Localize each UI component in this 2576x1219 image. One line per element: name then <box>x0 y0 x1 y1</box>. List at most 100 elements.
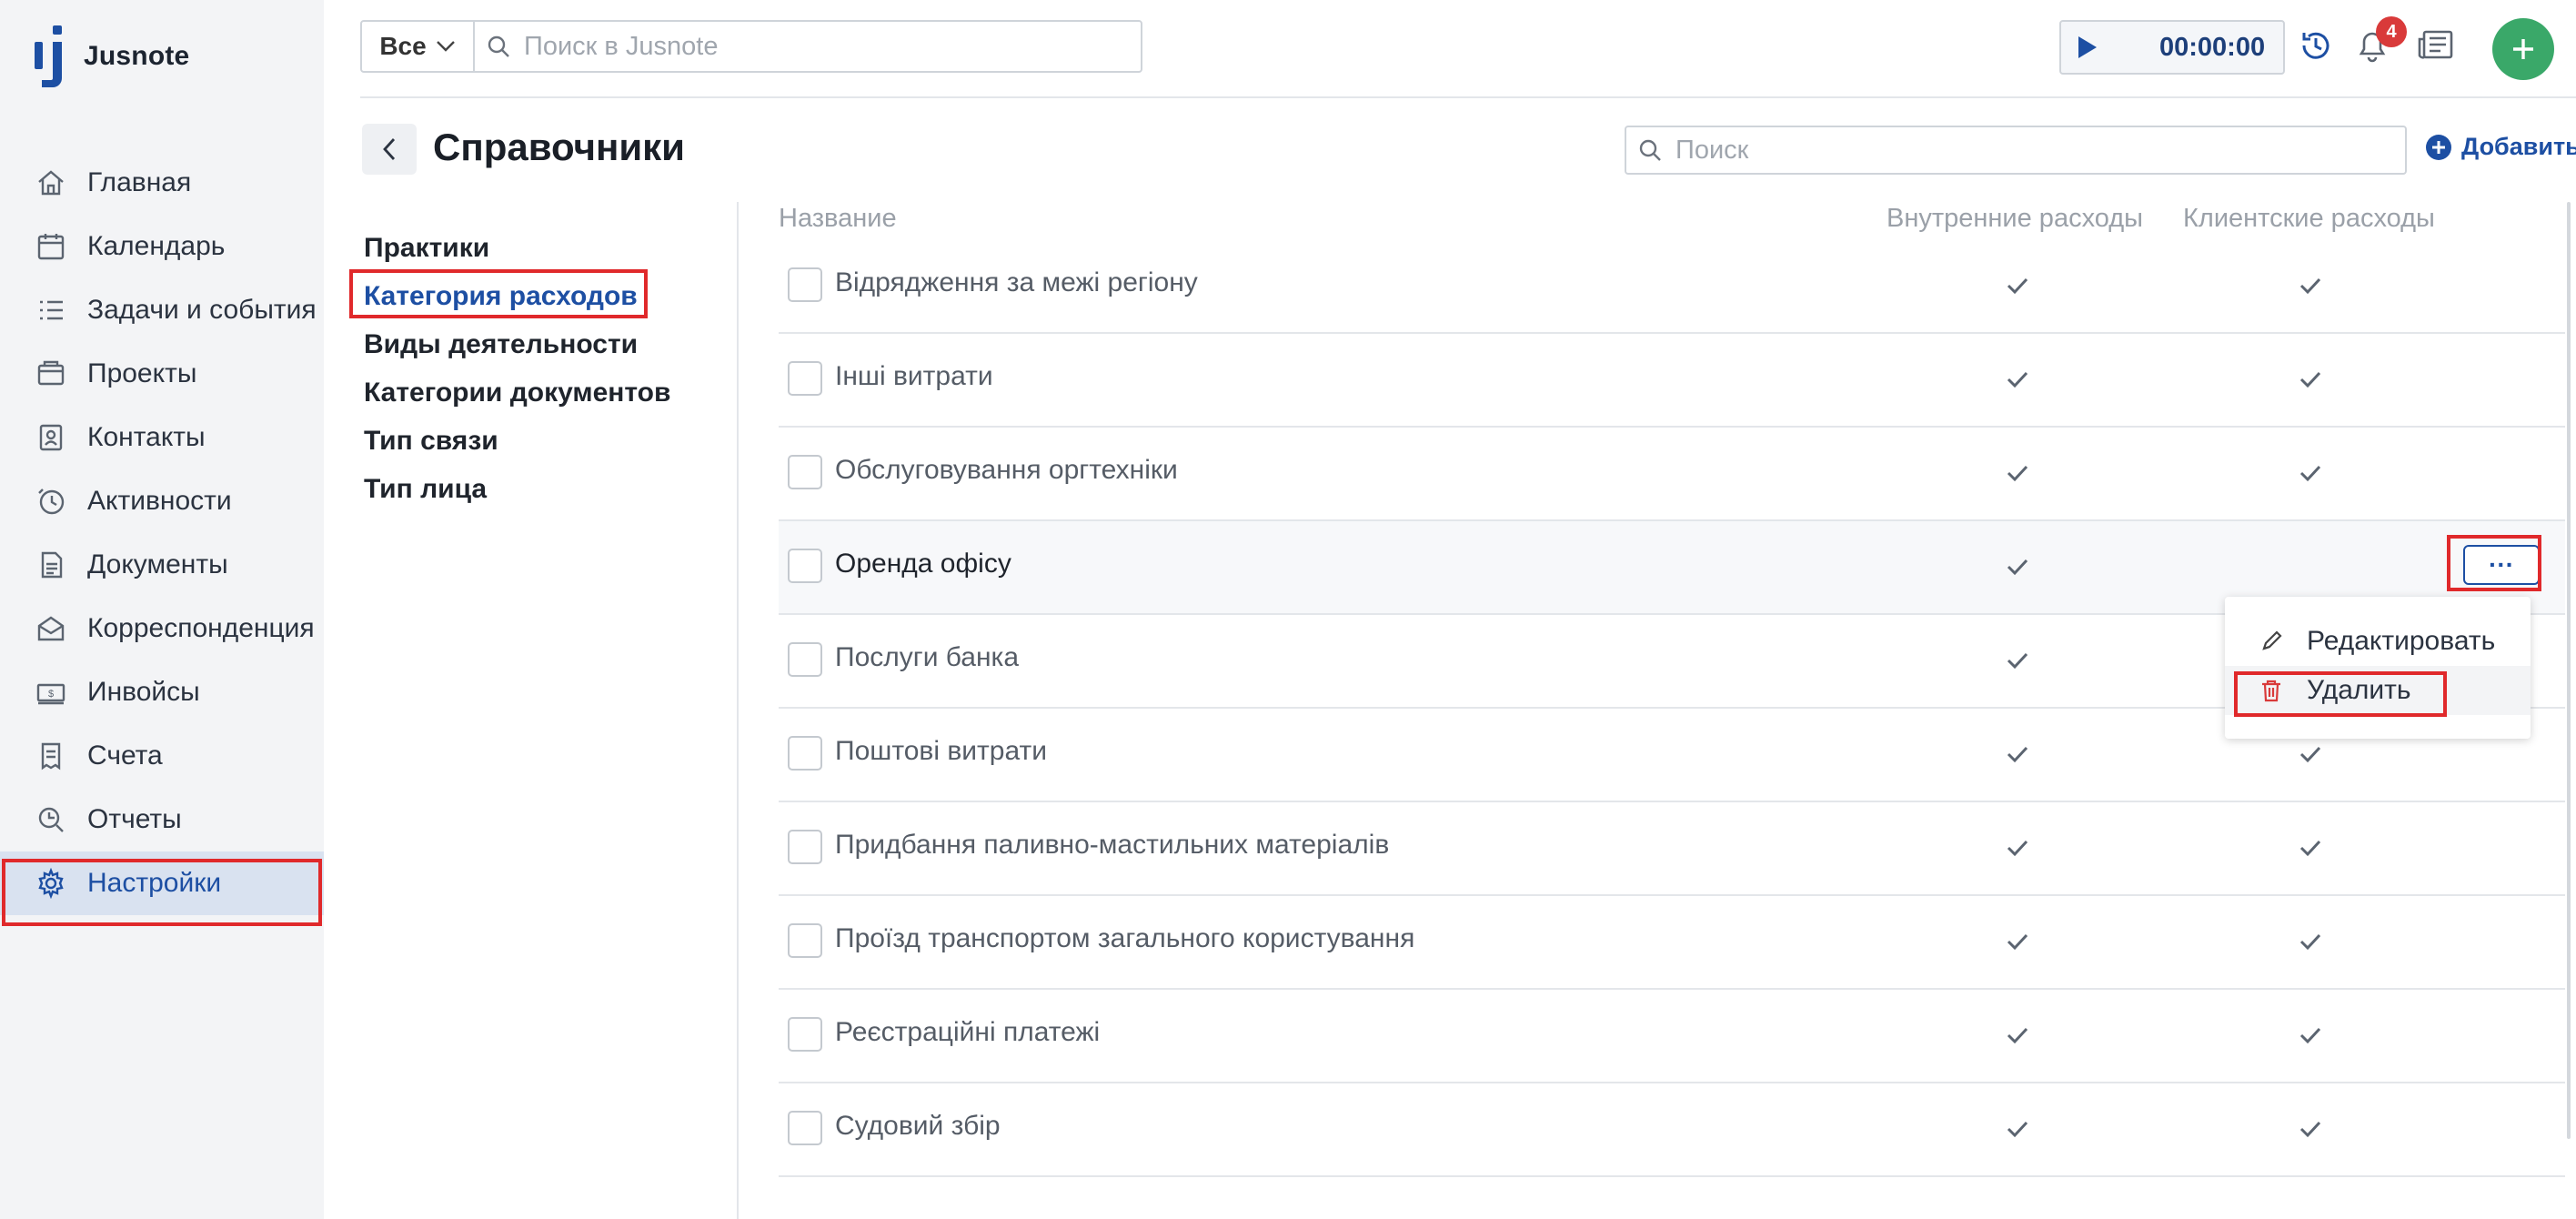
page-title: Справочники <box>433 126 685 168</box>
scrollbar[interactable] <box>2567 202 2571 1139</box>
sidebar-item-label: Контакты <box>87 422 206 452</box>
row-name: Реєстраційні платежі <box>835 1017 1101 1047</box>
row-name: Поштові витрати <box>835 736 1047 766</box>
news-icon[interactable] <box>2412 22 2460 69</box>
sidebar-item-correspondence[interactable]: Корреспонденция <box>0 597 324 660</box>
table-row[interactable]: Придбання паливно-мастильних матеріалів <box>779 802 2565 896</box>
add-button-label: Добавить <box>2461 133 2576 160</box>
table-row[interactable]: Судовий збір <box>779 1083 2565 1177</box>
table-row[interactable]: Інші витрати <box>779 334 2565 428</box>
list-search-input[interactable] <box>1675 135 2385 166</box>
global-search[interactable] <box>473 20 1142 73</box>
row-checkbox[interactable] <box>788 549 822 583</box>
sidebar-item-invoices[interactable]: $ Инвойсы <box>0 660 324 724</box>
row-checkbox[interactable] <box>788 642 822 677</box>
internal-check-icon <box>2001 831 2034 864</box>
sidebar-item-calendar[interactable]: Календарь <box>0 215 324 278</box>
scope-dropdown[interactable]: Все <box>360 20 475 73</box>
chevron-left-icon <box>383 138 396 160</box>
jusnote-logo-icon <box>35 25 62 87</box>
table-row[interactable]: Відрядження за межі регіону <box>779 240 2565 334</box>
sidebar: Jusnote Главная Календарь Задачи и событ… <box>0 0 324 1219</box>
row-name: Обслуговування оргтехніки <box>835 455 1178 485</box>
list-search[interactable] <box>1625 126 2407 175</box>
sidebar-item-bills[interactable]: Счета <box>0 724 324 788</box>
client-check-icon <box>2294 925 2327 958</box>
bills-icon <box>35 740 67 772</box>
sidebar-item-label: Главная <box>87 167 192 197</box>
back-button[interactable] <box>362 124 417 175</box>
timer[interactable]: 00:00:00 <box>2059 20 2285 75</box>
global-search-input[interactable] <box>524 31 1106 62</box>
sidebar-item-label: Задачи и события <box>87 295 317 325</box>
internal-check-icon <box>2001 738 2034 771</box>
sidebar-nav: Главная Календарь Задачи и события Проек… <box>0 151 324 915</box>
sidebar-item-label: Календарь <box>87 231 226 261</box>
activity-icon <box>35 485 67 518</box>
documents-icon <box>35 549 67 581</box>
row-name: Судовий збір <box>835 1111 1001 1141</box>
sidebar-item-documents[interactable]: Документы <box>0 533 324 597</box>
add-button[interactable]: Добавить <box>2425 133 2576 161</box>
row-checkbox[interactable] <box>788 1017 822 1052</box>
submenu-item-relation-type[interactable]: Тип связи <box>364 417 670 465</box>
play-icon[interactable] <box>2061 22 2112 73</box>
sidebar-item-projects[interactable]: Проекты <box>0 342 324 406</box>
column-header-name[interactable]: Название <box>779 204 897 234</box>
sidebar-item-label: Настройки <box>87 868 222 898</box>
calendar-icon <box>35 230 67 263</box>
create-button[interactable] <box>2492 18 2554 80</box>
sidebar-item-label: Отчеты <box>87 804 182 834</box>
timer-value: 00:00:00 <box>2159 32 2266 62</box>
svg-text:$: $ <box>48 689 54 700</box>
row-checkbox[interactable] <box>788 361 822 396</box>
timer-history-icon[interactable] <box>2292 22 2340 69</box>
client-check-icon <box>2294 363 2327 396</box>
sidebar-item-activity[interactable]: Активности <box>0 469 324 533</box>
sidebar-item-label: Счета <box>87 740 163 771</box>
row-checkbox[interactable] <box>788 455 822 489</box>
app-logo[interactable]: Jusnote <box>33 24 189 89</box>
internal-check-icon <box>2001 457 2034 489</box>
row-checkbox[interactable] <box>788 1111 822 1145</box>
sidebar-item-settings[interactable]: Настройки <box>0 851 324 915</box>
invoice-icon: $ <box>35 676 67 709</box>
table-row[interactable]: Реєстраційні платежі <box>779 990 2565 1083</box>
row-checkbox[interactable] <box>788 736 822 771</box>
top-bar: Все 00:00:00 4 <box>360 0 2576 98</box>
submenu-item-document-categories[interactable]: Категории документов <box>364 368 670 417</box>
row-checkbox[interactable] <box>788 267 822 302</box>
client-check-icon <box>2294 457 2327 489</box>
submenu-item-expense-category[interactable]: Категория расходов <box>364 272 670 320</box>
submenu-item-person-type[interactable]: Тип лица <box>364 465 670 513</box>
table-row[interactable]: Обслуговування оргтехніки <box>779 428 2565 521</box>
edit-menu-item[interactable]: Редактировать <box>2225 617 2531 666</box>
submenu-item-practices[interactable]: Практики <box>364 224 670 272</box>
sidebar-item-label: Корреспонденция <box>87 613 315 643</box>
internal-check-icon <box>2001 550 2034 583</box>
internal-check-icon <box>2001 644 2034 677</box>
scope-label: Все <box>379 32 427 60</box>
app-name: Jusnote <box>84 41 190 71</box>
projects-icon <box>35 358 67 390</box>
notifications-badge: 4 <box>2376 16 2407 47</box>
column-header-client[interactable]: Клиентские расходы <box>2183 204 2435 234</box>
tasks-icon <box>35 294 67 327</box>
sidebar-item-home[interactable]: Главная <box>0 151 324 215</box>
row-checkbox[interactable] <box>788 923 822 958</box>
internal-check-icon <box>2001 1113 2034 1145</box>
row-checkbox[interactable] <box>788 830 822 864</box>
sidebar-item-label: Документы <box>87 549 228 579</box>
internal-check-icon <box>2001 1019 2034 1052</box>
delete-menu-item[interactable]: Удалить <box>2225 666 2531 715</box>
sidebar-item-reports[interactable]: Отчеты <box>0 788 324 851</box>
table-row[interactable]: Проїзд транспортом загального користуван… <box>779 896 2565 990</box>
row-more-button[interactable]: ··· <box>2463 545 2540 585</box>
column-header-internal[interactable]: Внутренние расходы <box>1887 204 2143 234</box>
submenu-item-activity-types[interactable]: Виды деятельности <box>364 320 670 368</box>
edit-menu-label: Редактировать <box>2307 626 2496 656</box>
sidebar-item-contacts[interactable]: Контакты <box>0 406 324 469</box>
trash-icon <box>2258 677 2285 704</box>
notifications-button[interactable]: 4 <box>2349 16 2407 69</box>
sidebar-item-tasks[interactable]: Задачи и события <box>0 278 324 342</box>
